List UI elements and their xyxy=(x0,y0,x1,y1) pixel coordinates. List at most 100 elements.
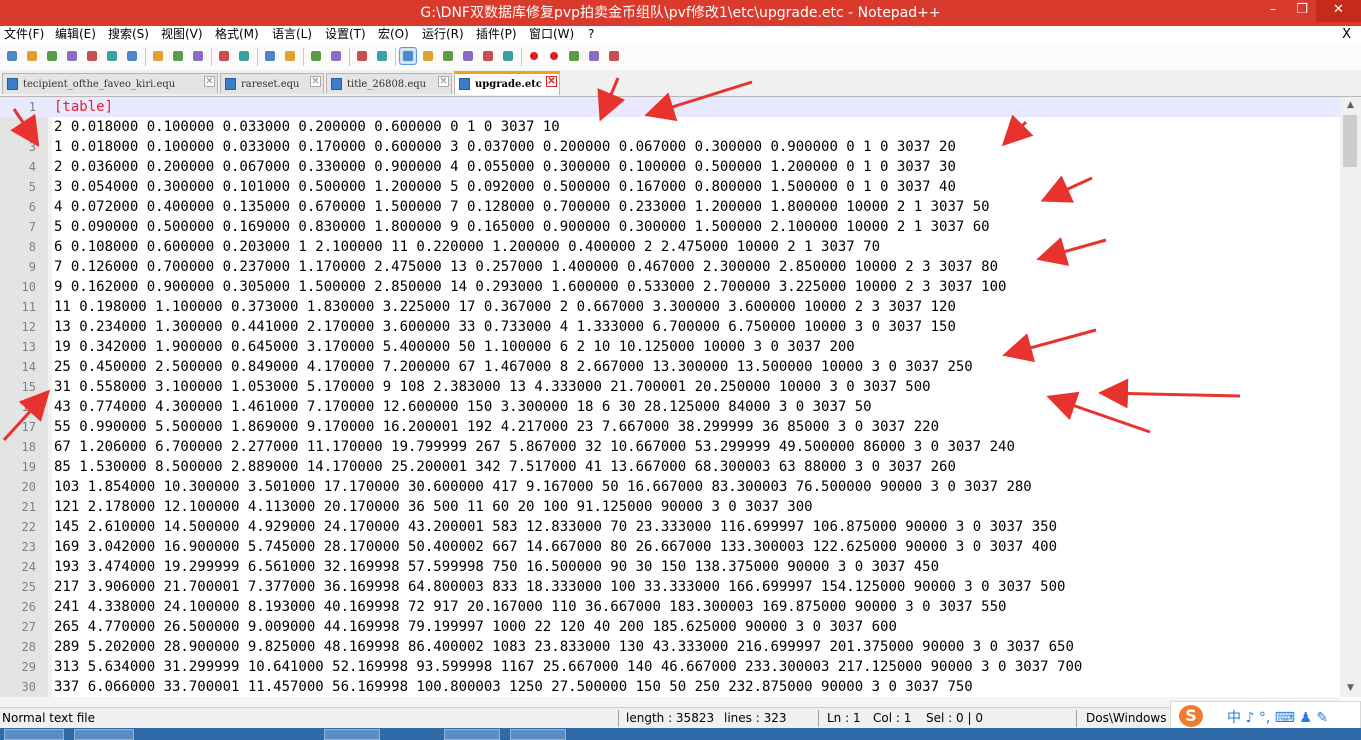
cut-icon[interactable] xyxy=(150,48,166,64)
tab-rareset[interactable]: rareset.equ ✕ xyxy=(220,73,324,94)
sync-horizontal-icon[interactable] xyxy=(374,48,390,64)
line-text[interactable]: 265 4.770000 26.500000 9.009000 44.16999… xyxy=(54,617,897,637)
menu-edit[interactable]: 编辑(E) xyxy=(55,26,96,43)
line-text[interactable]: 11 0.198000 1.100000 0.373000 1.830000 3… xyxy=(54,297,956,317)
editor-line[interactable]: 23 169 3.042000 16.900000 5.745000 28.170… xyxy=(0,537,1340,557)
menu-settings[interactable]: 设置(T) xyxy=(325,26,366,43)
editor-line[interactable]: 5 3 0.054000 0.300000 0.101000 0.500000 1… xyxy=(0,177,1340,197)
stop-record-icon[interactable] xyxy=(546,48,562,64)
folder-workspace-icon[interactable] xyxy=(500,48,516,64)
doc-map-icon[interactable] xyxy=(460,48,476,64)
editor-line[interactable]: 15 31 0.558000 3.100000 1.053000 5.170000… xyxy=(0,377,1340,397)
run-macro-multiple-icon[interactable] xyxy=(586,48,602,64)
sync-vertical-icon[interactable] xyxy=(354,48,370,64)
start-button[interactable] xyxy=(4,729,64,740)
editor-line[interactable]: 8 6 0.108000 0.600000 0.203000 1 2.100000… xyxy=(0,237,1340,257)
editor-line[interactable]: 13 19 0.342000 1.900000 0.645000 3.170000… xyxy=(0,337,1340,357)
editor-line[interactable]: 21 121 2.178000 12.100000 4.113000 20.170… xyxy=(0,497,1340,517)
taskbar-app-button[interactable] xyxy=(74,729,134,740)
line-text[interactable]: 7 0.126000 0.700000 0.237000 1.170000 2.… xyxy=(54,257,998,277)
close-icon[interactable] xyxy=(84,48,100,64)
tab-upgrade-etc[interactable]: upgrade.etc ✕ xyxy=(454,71,560,95)
paste-icon[interactable] xyxy=(190,48,206,64)
editor-line[interactable]: 4 2 0.036000 0.200000 0.067000 0.330000 0… xyxy=(0,157,1340,177)
menu-view[interactable]: 视图(V) xyxy=(161,26,203,43)
line-text[interactable]: 31 0.558000 3.100000 1.053000 5.170000 9… xyxy=(54,377,931,397)
editor-line[interactable]: 2 2 0.018000 0.100000 0.033000 0.200000 0… xyxy=(0,117,1340,137)
close-window-button[interactable]: ✕ xyxy=(1316,0,1361,22)
line-text[interactable]: 6 0.108000 0.600000 0.203000 1 2.100000 … xyxy=(54,237,880,257)
close-document-button[interactable]: X xyxy=(1342,26,1351,43)
menu-language[interactable]: 语言(L) xyxy=(272,26,312,43)
zoom-in-icon[interactable] xyxy=(308,48,324,64)
open-file-icon[interactable] xyxy=(24,48,40,64)
line-text[interactable]: 145 2.610000 14.500000 4.929000 24.17000… xyxy=(54,517,1057,537)
text-editor[interactable]: 1 [table] 2 2 0.018000 0.100000 0.033000 0.… xyxy=(0,97,1340,697)
editor-line[interactable]: 9 7 0.126000 0.700000 0.237000 1.170000 2… xyxy=(0,257,1340,277)
indent-guide-icon[interactable] xyxy=(440,48,456,64)
line-text[interactable]: 55 0.990000 5.500000 1.869000 9.170000 1… xyxy=(54,417,939,437)
editor-line[interactable]: 20 103 1.854000 10.300000 3.501000 17.170… xyxy=(0,477,1340,497)
sogou-logo-icon[interactable]: S xyxy=(1179,705,1203,727)
menu-plugins[interactable]: 插件(P) xyxy=(476,26,517,43)
line-text[interactable]: 13 0.234000 1.300000 0.441000 2.170000 3… xyxy=(54,317,956,337)
editor-line[interactable]: 12 13 0.234000 1.300000 0.441000 2.170000… xyxy=(0,317,1340,337)
editor-line[interactable]: 11 11 0.198000 1.100000 0.373000 1.830000… xyxy=(0,297,1340,317)
close-tab-icon[interactable]: ✕ xyxy=(546,76,557,87)
menu-macro[interactable]: 宏(O) xyxy=(378,26,409,43)
line-text[interactable]: 217 3.906000 21.700001 7.377000 36.16999… xyxy=(54,577,1065,597)
ime-status[interactable]: 中 ♪ °, ⌨ ♟ ✎ xyxy=(1227,707,1328,727)
editor-line[interactable]: 7 5 0.090000 0.500000 0.169000 0.830000 1… xyxy=(0,217,1340,237)
horizontal-scrollbar[interactable] xyxy=(0,697,1340,707)
editor-line[interactable]: 18 67 1.206000 6.700000 2.277000 11.17000… xyxy=(0,437,1340,457)
find-icon[interactable] xyxy=(262,48,278,64)
maximize-button[interactable]: ❐ xyxy=(1288,0,1316,22)
vertical-scrollbar[interactable]: ▲ ▼ xyxy=(1340,97,1361,697)
undo-icon[interactable] xyxy=(216,48,232,64)
line-text[interactable]: 67 1.206000 6.700000 2.277000 11.170000 … xyxy=(54,437,1015,457)
editor-line[interactable]: 29 313 5.634000 31.299999 10.641000 52.16… xyxy=(0,657,1340,677)
close-tab-icon[interactable]: ✕ xyxy=(310,76,321,87)
editor-line[interactable]: 26 241 4.338000 24.100000 8.193000 40.169… xyxy=(0,597,1340,617)
line-text[interactable]: 85 1.530000 8.500000 2.889000 14.170000 … xyxy=(54,457,956,477)
play-macro-icon[interactable] xyxy=(566,48,582,64)
editor-line[interactable]: 24 193 3.474000 19.299999 6.561000 32.169… xyxy=(0,557,1340,577)
tab-tecipient[interactable]: tecipient_ofthe_faveo_kiri.equ ✕ xyxy=(2,73,218,94)
menu-format[interactable]: 格式(M) xyxy=(215,26,259,43)
line-text[interactable]: 5 0.090000 0.500000 0.169000 0.830000 1.… xyxy=(54,217,990,237)
line-text[interactable]: 3 0.054000 0.300000 0.101000 0.500000 1.… xyxy=(54,177,956,197)
editor-line[interactable]: 25 217 3.906000 21.700001 7.377000 36.169… xyxy=(0,577,1340,597)
replace-icon[interactable] xyxy=(282,48,298,64)
editor-line[interactable]: 30 337 6.066000 33.700001 11.457000 56.16… xyxy=(0,677,1340,697)
record-macro-icon[interactable] xyxy=(526,48,542,64)
editor-line[interactable]: 17 55 0.990000 5.500000 1.869000 9.170000… xyxy=(0,417,1340,437)
editor-line[interactable]: 19 85 1.530000 8.500000 2.889000 14.17000… xyxy=(0,457,1340,477)
save-macro-icon[interactable] xyxy=(606,48,622,64)
editor-line[interactable]: 3 1 0.018000 0.100000 0.033000 0.170000 0… xyxy=(0,137,1340,157)
tab-title-26808[interactable]: title_26808.equ ✕ xyxy=(326,73,452,94)
menu-run[interactable]: 运行(R) xyxy=(422,26,464,43)
taskbar-app-button[interactable] xyxy=(444,729,500,740)
line-text[interactable]: 25 0.450000 2.500000 0.849000 4.170000 7… xyxy=(54,357,973,377)
save-all-icon[interactable] xyxy=(64,48,80,64)
editor-line[interactable]: 6 4 0.072000 0.400000 0.135000 0.670000 1… xyxy=(0,197,1340,217)
editor-line[interactable]: 10 9 0.162000 0.900000 0.305000 1.500000 … xyxy=(0,277,1340,297)
redo-icon[interactable] xyxy=(236,48,252,64)
line-text[interactable]: 43 0.774000 4.300000 1.461000 7.170000 1… xyxy=(54,397,872,417)
taskbar-app-button[interactable] xyxy=(324,729,380,740)
line-text[interactable]: 313 5.634000 31.299999 10.641000 52.1699… xyxy=(54,657,1082,677)
editor-line[interactable]: 28 289 5.202000 28.900000 9.825000 48.169… xyxy=(0,637,1340,657)
line-text[interactable]: 103 1.854000 10.300000 3.501000 17.17000… xyxy=(54,477,1032,497)
minimize-button[interactable]: – xyxy=(1258,0,1288,22)
editor-line[interactable]: 22 145 2.610000 14.500000 4.929000 24.170… xyxy=(0,517,1340,537)
line-text[interactable]: 2 0.036000 0.200000 0.067000 0.330000 0.… xyxy=(54,157,956,177)
scroll-up-icon[interactable]: ▲ xyxy=(1340,97,1361,114)
taskbar-app-button[interactable] xyxy=(510,729,566,740)
editor-line[interactable]: 16 43 0.774000 4.300000 1.461000 7.170000… xyxy=(0,397,1340,417)
scrollbar-thumb[interactable] xyxy=(1343,115,1357,167)
editor-line[interactable]: 27 265 4.770000 26.500000 9.009000 44.169… xyxy=(0,617,1340,637)
show-all-chars-icon[interactable] xyxy=(420,48,436,64)
line-text[interactable]: 193 3.474000 19.299999 6.561000 32.16999… xyxy=(54,557,939,577)
line-text[interactable]: 169 3.042000 16.900000 5.745000 28.17000… xyxy=(54,537,1057,557)
menu-file[interactable]: 文件(F) xyxy=(4,26,44,43)
